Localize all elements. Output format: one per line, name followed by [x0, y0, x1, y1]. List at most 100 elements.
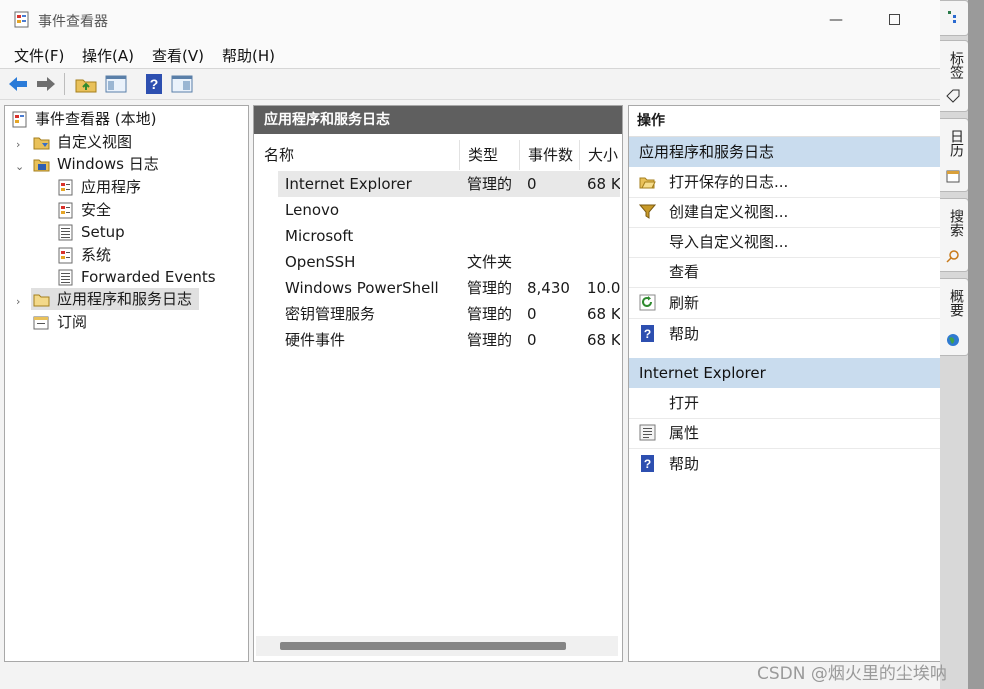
actions-title: 操作 — [637, 113, 665, 129]
forward-arrow-icon[interactable] — [34, 72, 58, 96]
sidebar-tab-calendar[interactable]: 日历 — [940, 118, 969, 192]
sidebar-tab-top[interactable] — [940, 0, 969, 36]
collapse-chevron-icon[interactable]: ⌄ — [15, 160, 24, 173]
results-pane-header: 应用程序和服务日志 — [254, 106, 622, 134]
action-help[interactable]: ? 帮助 — [629, 319, 941, 349]
console-tree: 事件查看器 (本地) › 自定义视图 ⌄ Windows 日志 应用程序 安全 — [4, 105, 249, 662]
svg-text:?: ? — [150, 76, 159, 92]
cell-size: 68 KB — [587, 331, 620, 349]
action-properties[interactable]: 属性 — [629, 418, 941, 449]
tree-item-app-services-logs[interactable]: 应用程序和服务日志 — [31, 288, 199, 310]
up-folder-icon[interactable] — [74, 72, 98, 96]
back-arrow-icon[interactable] — [6, 72, 30, 96]
section-title: Internet Explorer — [639, 364, 766, 382]
svg-text:?: ? — [644, 327, 651, 341]
results-pane-title: 应用程序和服务日志 — [264, 112, 390, 128]
actions-pane-header: 操作 — [629, 106, 941, 137]
calendar-icon — [946, 170, 960, 183]
show-hide-action-pane-icon[interactable] — [170, 72, 194, 96]
sidebar-tab-label: 日历 — [948, 129, 964, 157]
menu-help[interactable]: 帮助(H) — [222, 45, 275, 66]
sidebar-tab-search[interactable]: 搜索 — [940, 198, 969, 272]
column-header-count[interactable]: 事件数 — [520, 140, 580, 170]
table-row[interactable]: 密钥管理服务 管理的 0 68 KB — [278, 301, 620, 327]
menu-action[interactable]: 操作(A) — [82, 45, 134, 66]
sidebar-tab-tags[interactable]: 标签 — [940, 40, 969, 112]
show-hide-tree-icon[interactable] — [104, 72, 128, 96]
toolbar: ? — [0, 69, 940, 100]
event-viewer-icon — [12, 111, 27, 128]
results-pane: 应用程序和服务日志 名称 类型 事件数 大小 Internet Explorer… — [253, 105, 623, 662]
action-create-custom-view[interactable]: 创建自定义视图... — [629, 197, 941, 228]
action-label: 帮助 — [669, 325, 700, 343]
table-row[interactable]: Microsoft — [278, 223, 620, 249]
action-label: 帮助 — [669, 455, 700, 473]
action-view[interactable]: 查看 — [629, 257, 941, 288]
table-row[interactable]: Lenovo — [278, 197, 620, 223]
maximize-button[interactable] — [876, 6, 912, 34]
table-row[interactable]: Internet Explorer 管理的 0 68 KB — [278, 171, 620, 197]
action-label: 刷新 — [669, 294, 700, 312]
action-open-saved-log[interactable]: 打开保存的日志... — [629, 167, 941, 198]
cell-name: 硬件事件 — [285, 331, 346, 349]
action-help[interactable]: ? 帮助 — [629, 449, 941, 479]
folder-icon — [33, 294, 50, 307]
menu-view[interactable]: 查看(V) — [152, 45, 204, 66]
log-icon — [58, 179, 73, 196]
action-open[interactable]: 打开 — [629, 388, 941, 419]
title-bar[interactable]: 事件查看器 — — [0, 0, 940, 40]
cell-count: 8,430 — [527, 279, 570, 297]
help-icon[interactable]: ? — [142, 72, 166, 96]
horizontal-scrollbar[interactable] — [256, 636, 618, 656]
subscription-icon — [33, 316, 49, 330]
sidebar-tab-summary[interactable]: 概要 — [940, 278, 969, 356]
cell-count: 0 — [527, 331, 537, 349]
tree-item-label: 安全 — [81, 201, 112, 219]
actions-section-header[interactable]: Internet Explorer — [629, 358, 941, 388]
minimize-button[interactable]: — — [818, 6, 854, 34]
cell-size: 10.07 — [587, 279, 620, 297]
log-icon — [58, 247, 73, 264]
windows-logs-icon — [33, 159, 50, 172]
column-header-size[interactable]: 大小 — [580, 140, 620, 170]
search-icon — [946, 250, 959, 263]
menu-bar: 文件(F) 操作(A) 查看(V) 帮助(H) — [0, 40, 940, 69]
window-title: 事件查看器 — [38, 14, 108, 30]
sidebar-scroll-strip — [968, 0, 984, 689]
column-header-name[interactable]: 名称 — [256, 140, 460, 170]
cell-type: 管理的 — [467, 331, 513, 349]
tree-item-label: 应用程序 — [81, 178, 142, 196]
outline-icon — [948, 11, 956, 23]
actions-section-header[interactable]: 应用程序和服务日志 — [629, 137, 941, 167]
action-label: 打开保存的日志... — [669, 173, 789, 191]
tree-item-label: Windows 日志 — [57, 155, 159, 173]
event-viewer-window: 事件查看器 — 文件(F) 操作(A) 查看(V) 帮助(H) ? 事件查看器 … — [0, 0, 941, 689]
scrollbar-thumb[interactable] — [280, 642, 566, 650]
tag-icon — [946, 89, 960, 103]
cell-type: 管理的 — [467, 305, 513, 323]
table-row[interactable]: Windows PowerShell 管理的 8,430 10.07 — [278, 275, 620, 301]
action-label: 导入自定义视图... — [669, 233, 789, 251]
cell-type: 管理的 — [467, 175, 513, 193]
sidebar-tab-label: 标签 — [948, 51, 964, 79]
cell-type: 文件夹 — [467, 253, 513, 271]
folder-filter-icon — [33, 137, 50, 150]
maximize-icon — [889, 14, 900, 25]
cell-size: 68 KB — [587, 305, 620, 323]
cell-name: Internet Explorer — [285, 175, 412, 193]
tree-item-label: 自定义视图 — [57, 133, 133, 151]
column-header-type[interactable]: 类型 — [460, 140, 520, 170]
expand-chevron-icon[interactable]: › — [16, 138, 20, 151]
table-row[interactable]: 硬件事件 管理的 0 68 KB — [278, 327, 620, 353]
menu-file[interactable]: 文件(F) — [14, 45, 64, 66]
filter-icon — [639, 204, 656, 219]
table-row[interactable]: OpenSSH 文件夹 — [278, 249, 620, 275]
expand-chevron-icon[interactable]: › — [16, 295, 20, 308]
tree-item-label: Setup — [81, 223, 125, 241]
action-import-custom-view[interactable]: 导入自定义视图... — [629, 227, 941, 258]
action-refresh[interactable]: 刷新 — [629, 288, 941, 319]
action-label: 查看 — [669, 263, 700, 281]
cell-size: 68 KB — [587, 175, 620, 193]
event-viewer-app-icon — [14, 11, 29, 28]
properties-icon — [639, 424, 656, 441]
